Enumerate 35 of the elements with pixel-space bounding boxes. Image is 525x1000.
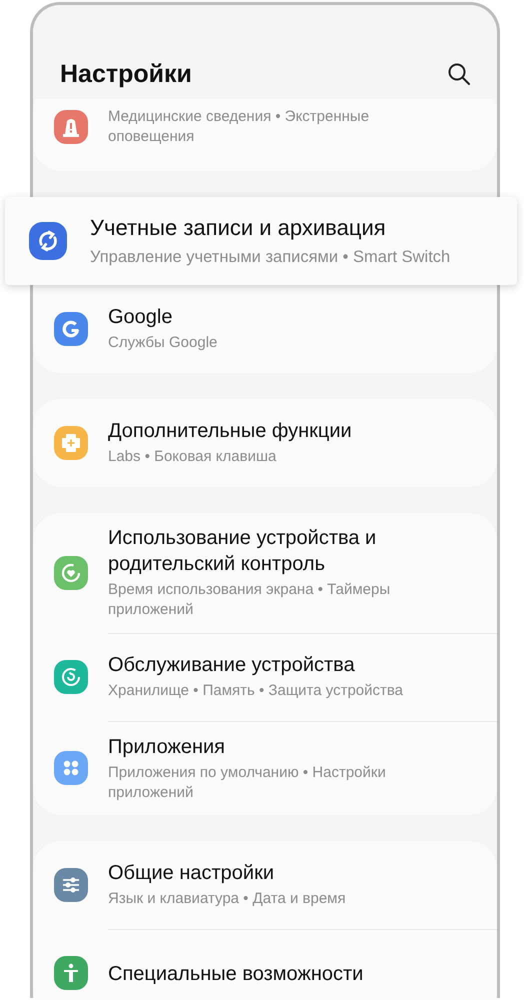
letter-g-icon [54, 312, 88, 346]
settings-item[interactable]: Общие настройки Язык и клавиатура • Дата и время [33, 841, 497, 929]
item-subtitle: Службы Google [108, 333, 218, 354]
item-subtitle: Хранилище • Память • Защита устройства [108, 681, 404, 702]
heart-ring-icon [54, 556, 88, 590]
item-title: Приложения [108, 734, 226, 760]
settings-item[interactable]: Обслуживание устройства Хранилище • Память • Защита устройства [33, 632, 497, 720]
highlighted-settings-item[interactable]: Учетные записи и архивация Управление учетными записями • Smart Switch [5, 197, 517, 285]
search-icon[interactable] [447, 62, 471, 86]
puzzle-plus-icon [54, 426, 88, 460]
item-title: Google [108, 305, 174, 330]
item-subtitle: Управление учетными записями • Smart Switch [90, 246, 452, 268]
settings-item[interactable]: Дополнительные функции Labs • Боковая клавиша [33, 399, 497, 487]
item-title: Учетные записи и архивация [90, 214, 387, 242]
item-title: Использование устройства и родительский контроль [108, 526, 378, 577]
item-title: Обслуживание устройства [108, 653, 356, 678]
item-subtitle: Время использования экрана • Таймеры приложений [108, 580, 392, 620]
item-title: Дополнительные функции [108, 419, 353, 444]
alert-icon [54, 110, 88, 144]
page-title: Настройки [60, 60, 192, 88]
item-title: Специальные возможности [108, 962, 364, 986]
item-subtitle: Приложения по умолчанию • Настройки приложений [108, 762, 387, 803]
item-subtitle: Язык и клавиатура • Дата и время [108, 889, 347, 910]
settings-item[interactable]: Приложения Приложения по умолчанию • Настройки приложений [33, 720, 497, 815]
item-title: Общие настройки [108, 861, 275, 886]
four-dots-icon [54, 750, 88, 785]
settings-item[interactable]: Использование устройства и родительский контроль Время использования экрана • Таймеры приложений [33, 513, 497, 632]
refresh-ring-icon [54, 660, 88, 694]
sync-icon [29, 222, 67, 260]
settings-item[interactable]: Специальные возможности [33, 929, 497, 1000]
settings-item[interactable]: Google Службы Google [33, 285, 497, 373]
sliders-icon [54, 868, 88, 902]
person-icon [54, 956, 88, 990]
item-subtitle: Labs • Боковая клавиша [108, 447, 278, 468]
item-subtitle: Медицинские сведения • Экстренные оповещения [108, 106, 370, 147]
